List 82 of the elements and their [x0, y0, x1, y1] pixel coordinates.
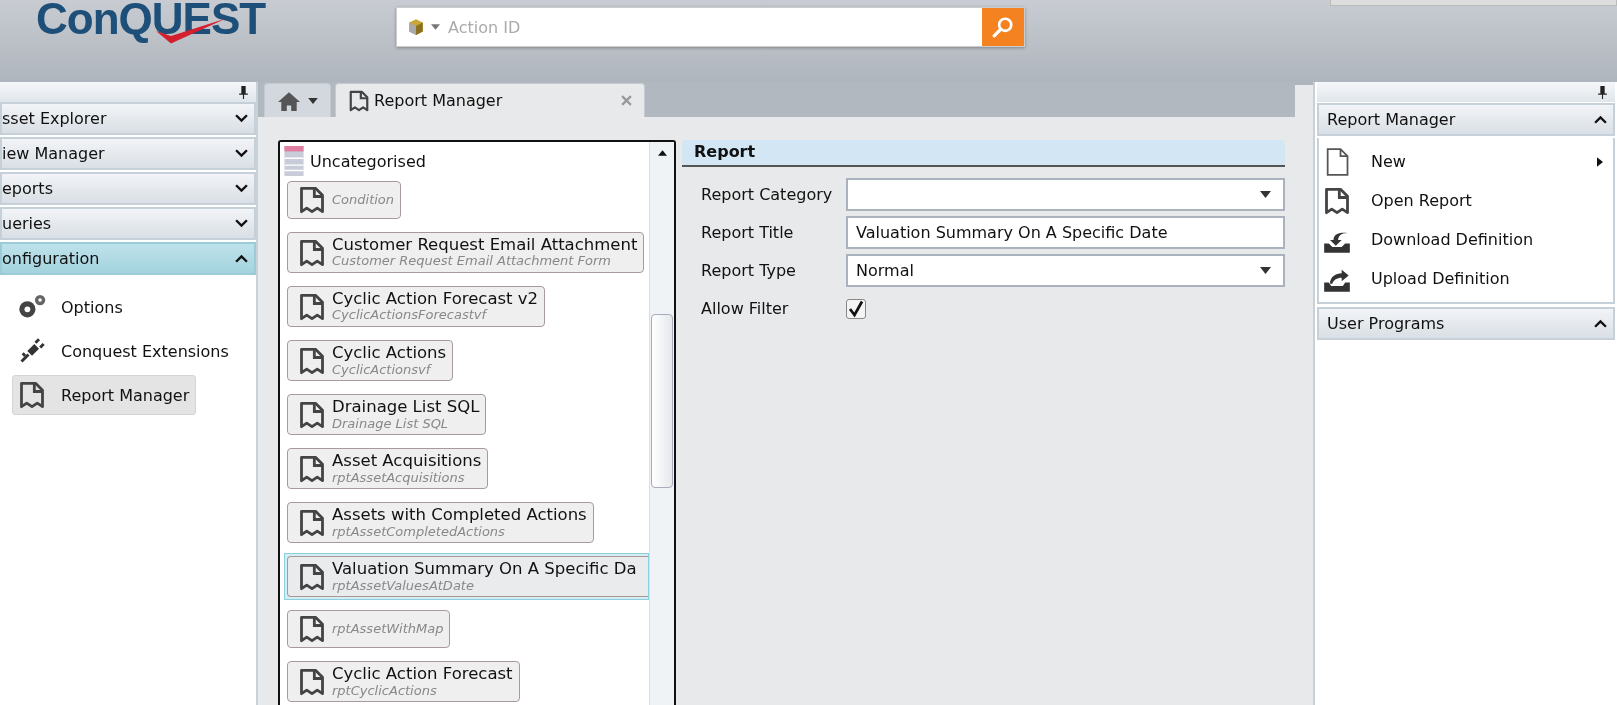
- chevron-down-icon: [235, 114, 248, 123]
- dropdown-arrow-icon[interactable]: [431, 24, 440, 30]
- cube-icon: [407, 18, 425, 36]
- dropdown-field[interactable]: Normal: [846, 254, 1285, 287]
- field-label: Allow Filter: [701, 299, 790, 318]
- report-item[interactable]: Valuation Summary On A Specific Da rptAssetValuesAtDate: [284, 553, 649, 601]
- report-icon: [298, 453, 326, 484]
- accordion-header[interactable]: eports: [0, 172, 256, 205]
- database-icon: [284, 146, 304, 176]
- pin-icon[interactable]: [239, 85, 248, 99]
- pin-icon[interactable]: [1598, 85, 1607, 99]
- report-name: CyclicActionsvf: [332, 362, 433, 378]
- chevron-up-icon: [235, 254, 248, 263]
- chevron-down-icon: [235, 219, 248, 228]
- checkbox[interactable]: [846, 298, 866, 319]
- report-icon: [298, 614, 326, 645]
- report-icon: [348, 89, 370, 112]
- report-name: Drainage List SQL: [332, 416, 450, 432]
- scrollbar[interactable]: [649, 142, 674, 705]
- report-icon: [298, 345, 326, 376]
- report-title: Drainage List SQL: [332, 398, 480, 417]
- report-name: rptAssetValuesAtDate: [332, 578, 475, 594]
- menu-item[interactable]: New: [1319, 142, 1613, 181]
- report-icon: [298, 561, 326, 592]
- dropdown-field[interactable]: [846, 178, 1285, 211]
- report-item[interactable]: Customer Request Email Attachment Customer Request Email Attachment Form: [284, 229, 646, 276]
- report-title: Cyclic Action Forecast v2: [332, 290, 539, 309]
- chevron-up-icon: [1594, 115, 1607, 124]
- chevron-up-icon: [1594, 319, 1607, 328]
- report-title: Cyclic Action Forecast: [332, 665, 513, 684]
- field-label: Report Title: [701, 223, 795, 242]
- nav-item[interactable]: Options: [12, 287, 130, 327]
- accordion-header[interactable]: iew Manager: [0, 137, 256, 170]
- menu-item[interactable]: Download Definition: [1319, 220, 1613, 259]
- report-name: rptAssetCompletedActions: [332, 524, 506, 540]
- caret-icon: [1260, 267, 1271, 274]
- report-title: Customer Request Email Attachment: [332, 236, 638, 255]
- scroll-up-icon[interactable]: [657, 150, 667, 156]
- report-icon: [298, 507, 326, 538]
- accordion-header[interactable]: Report Manager: [1317, 103, 1615, 136]
- report-item[interactable]: Cyclic Action Forecast rptCyclicActions: [284, 658, 521, 705]
- report-name: Customer Request Email Attachment Form: [332, 254, 612, 269]
- logo: ConQUEST: [36, 0, 267, 42]
- chevron-down-icon: [235, 184, 248, 193]
- report-name: Condition: [332, 192, 395, 208]
- nav-item[interactable]: Report Manager: [12, 375, 197, 415]
- report-title: Asset Acquisitions: [332, 452, 482, 471]
- report-icon: [298, 237, 326, 268]
- accordion-header[interactable]: ueries: [0, 207, 256, 240]
- accordion-header[interactable]: User Programs: [1317, 307, 1615, 340]
- accordion-header[interactable]: sset Explorer: [0, 102, 256, 135]
- accordion-header[interactable]: onfiguration: [0, 242, 256, 275]
- report-icon: [298, 399, 326, 430]
- caret-icon: [1260, 191, 1271, 198]
- section-header: Report: [682, 140, 1285, 167]
- chevron-down-icon: [235, 149, 248, 158]
- caret-icon: [307, 97, 318, 104]
- home-icon: [277, 90, 300, 111]
- report-name: rptAssetAcquisitions: [332, 470, 466, 486]
- nav-item[interactable]: Conquest Extensions: [12, 331, 236, 371]
- report-icon: [298, 666, 326, 697]
- report-title: Assets with Completed Actions: [332, 506, 587, 525]
- search-button[interactable]: [982, 8, 1024, 46]
- report-name: rptCyclicActions: [332, 683, 438, 699]
- report-icon: [17, 381, 47, 409]
- report-name: CyclicActionsForecastvf: [332, 308, 489, 324]
- home-tab[interactable]: [264, 83, 331, 117]
- menu-item[interactable]: Upload Definition: [1319, 259, 1613, 298]
- search-bar[interactable]: Action ID: [396, 7, 1025, 47]
- menu-item[interactable]: Open Report: [1319, 181, 1613, 220]
- report-title: Cyclic Actions: [332, 344, 447, 363]
- category-label: Uncategorised: [310, 151, 426, 171]
- field-label: Report Type: [701, 261, 797, 280]
- report-name: rptAssetWithMap: [332, 621, 444, 637]
- report-title: Valuation Summary On A Specific Da: [332, 560, 637, 579]
- text-field[interactable]: Valuation Summary On A Specific Date: [846, 216, 1285, 249]
- report-icon: [1323, 185, 1351, 216]
- field-label: Report Category: [701, 185, 834, 204]
- tab[interactable]: Report Manager: [335, 83, 645, 117]
- report-icon: [298, 185, 326, 215]
- search-icon: [992, 16, 1014, 38]
- report-icon: [298, 291, 326, 322]
